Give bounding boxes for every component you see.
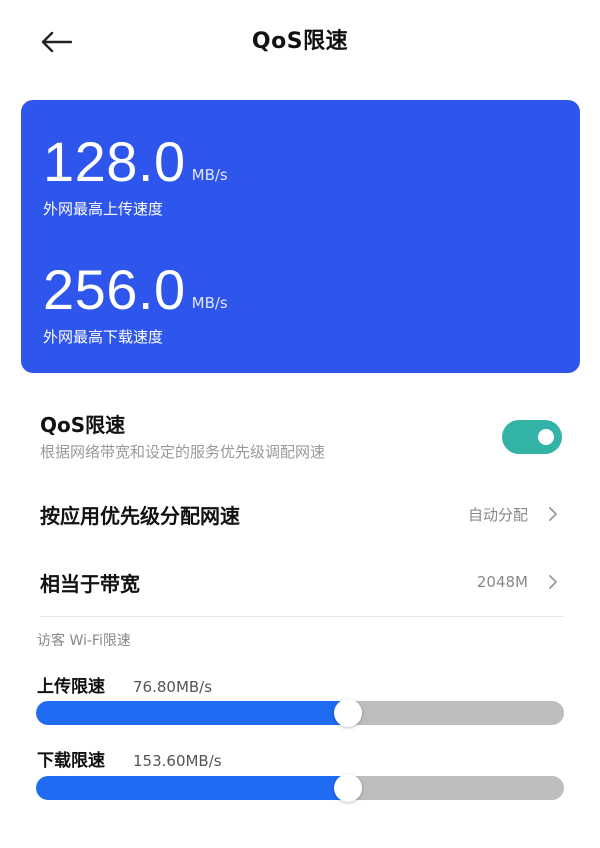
download-limit-value: 153.60MB/s	[133, 752, 222, 770]
download-speed-value: 256.0	[43, 258, 186, 321]
upload-limit-slider[interactable]	[36, 699, 564, 727]
slider-fill	[36, 701, 348, 725]
chevron-right-icon	[548, 506, 562, 522]
slider-thumb[interactable]	[333, 699, 362, 727]
bandwidth-label: 相当于带宽	[40, 571, 140, 596]
upload-speed-value: 128.0	[43, 130, 186, 193]
qos-toggle[interactable]	[502, 420, 562, 454]
upload-speed-block: 128.0 MB/s 外网最高上传速度	[43, 134, 228, 219]
slider-thumb[interactable]	[333, 774, 362, 802]
download-speed-block: 256.0 MB/s 外网最高下载速度	[43, 262, 228, 347]
download-limit-header: 下载限速 153.60MB/s	[37, 746, 222, 771]
slider-fill	[36, 776, 348, 800]
chevron-right-icon	[548, 574, 562, 590]
slider-track	[36, 776, 564, 800]
bandwidth-row[interactable]: 相当于带宽 2048M	[40, 562, 562, 602]
page-title: QoS限速	[251, 29, 349, 54]
download-speed-label: 外网最高下载速度	[43, 328, 164, 346]
guest-wifi-section-title: 访客 Wi-Fi限速	[37, 633, 131, 649]
priority-allocation-label: 按应用优先级分配网速	[40, 503, 240, 528]
upload-limit-value: 76.80MB/s	[133, 678, 213, 696]
qos-title: QoS限速	[40, 413, 126, 437]
toggle-knob	[538, 429, 554, 445]
divider	[40, 616, 564, 617]
speed-card: 128.0 MB/s 外网最高上传速度 256.0 MB/s 外网最高下载速度	[21, 100, 580, 373]
qos-description: 根据网络带宽和设定的服务优先级调配网速	[40, 443, 326, 461]
top-bar: QoS限速	[0, 0, 600, 86]
download-limit-slider[interactable]	[36, 774, 564, 802]
upload-limit-label: 上传限速	[37, 677, 105, 697]
bandwidth-value: 2048M	[476, 573, 528, 591]
slider-track	[36, 701, 564, 725]
download-speed-unit: MB/s	[191, 294, 228, 312]
priority-allocation-row[interactable]: 按应用优先级分配网速 自动分配	[40, 494, 562, 534]
qos-setting-row: QoS限速 根据网络带宽和设定的服务优先级调配网速	[40, 410, 562, 470]
upload-speed-unit: MB/s	[191, 166, 228, 184]
upload-limit-header: 上传限速 76.80MB/s	[37, 672, 212, 697]
priority-allocation-value: 自动分配	[467, 505, 528, 524]
download-limit-label: 下载限速	[37, 751, 105, 771]
upload-speed-label: 外网最高上传速度	[43, 200, 164, 218]
